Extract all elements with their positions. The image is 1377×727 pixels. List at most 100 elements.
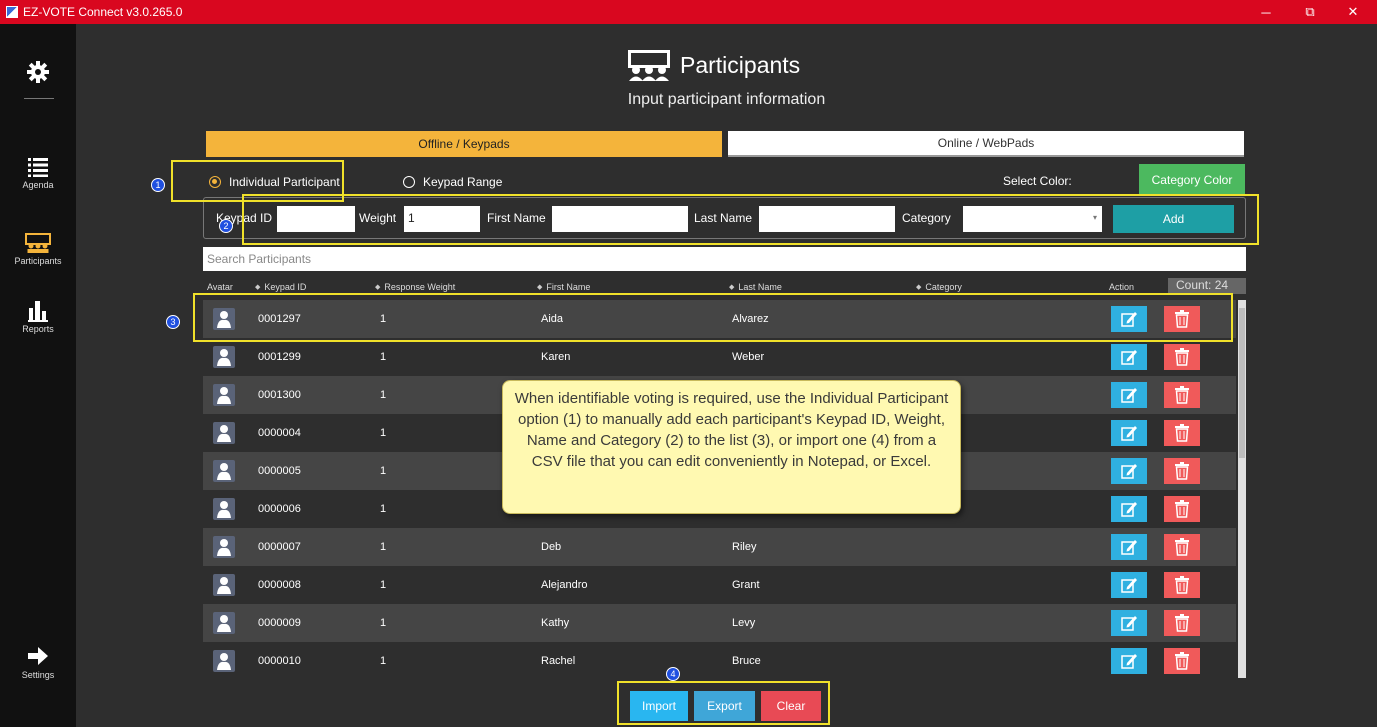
header-action: Action <box>1109 282 1135 292</box>
header-response-weight[interactable]: ◆ Response Weight <box>375 282 455 292</box>
header-avatar: Avatar <box>207 282 233 292</box>
person-icon <box>217 577 231 594</box>
header-last-name[interactable]: ◆ Last Name <box>729 282 782 292</box>
keypad-id-cell: 0001299 <box>258 351 301 363</box>
callout-number-3: 3 <box>166 315 180 329</box>
last-name-cell: Weber <box>732 351 765 363</box>
edit-icon <box>1121 464 1137 479</box>
minimize-button[interactable]: ─ <box>1249 0 1283 24</box>
trash-icon <box>1175 386 1189 404</box>
delete-button[interactable] <box>1164 648 1200 674</box>
avatar <box>213 536 235 558</box>
sidebar-item-participants[interactable]: Participants <box>0 232 76 266</box>
avatar <box>213 384 235 406</box>
gear-icon <box>27 61 49 83</box>
weight-cell: 1 <box>380 617 387 629</box>
delete-button[interactable] <box>1164 496 1200 522</box>
callout-number-1: 1 <box>151 178 165 192</box>
delete-button[interactable] <box>1164 534 1200 560</box>
keypad-id-cell: 0000009 <box>258 617 301 629</box>
person-icon <box>217 349 231 366</box>
keypad-id-cell: 0000004 <box>258 427 301 439</box>
delete-button[interactable] <box>1164 420 1200 446</box>
edit-icon <box>1121 654 1137 669</box>
keypad-id-cell: 0000010 <box>258 655 301 667</box>
header-first-name[interactable]: ◆ First Name <box>537 282 590 292</box>
avatar <box>213 498 235 520</box>
tab-offline-keypads[interactable]: Offline / Keypads <box>206 131 722 157</box>
audience-icon <box>25 233 51 253</box>
edit-icon <box>1121 426 1137 441</box>
sidebar-item-label: Settings <box>21 670 55 680</box>
person-icon <box>217 501 231 518</box>
main-content: Participants Input participant informati… <box>76 24 1377 727</box>
radio-unselected-icon <box>403 176 415 188</box>
sidebar-divider <box>24 98 54 99</box>
header-category[interactable]: ◆ Category <box>916 282 962 292</box>
close-button[interactable]: ✕ <box>1336 0 1370 24</box>
sidebar-item-agenda[interactable]: Agenda <box>0 156 76 190</box>
app-icon <box>6 6 18 18</box>
table-row[interactable]: 0000008 1 Alejandro Grant <box>203 566 1236 604</box>
page-title: Participants <box>626 48 800 82</box>
keypad-range-radio[interactable]: Keypad Range <box>403 175 502 189</box>
radio-label: Keypad Range <box>423 175 503 189</box>
trash-icon <box>1175 348 1189 366</box>
search-input[interactable]: Search Participants <box>203 247 1246 271</box>
trash-icon <box>1175 614 1189 632</box>
page-title-text: Participants <box>680 51 801 78</box>
avatar <box>213 422 235 444</box>
keypad-id-cell: 0001300 <box>258 389 301 401</box>
first-name-cell: Alejandro <box>541 579 588 591</box>
table-row[interactable]: 0000010 1 Rachel Bruce <box>203 642 1236 680</box>
sidebar-item-reports[interactable]: Reports <box>0 298 76 334</box>
header-keypad-id[interactable]: ◆ Keypad ID <box>255 282 306 292</box>
table-row[interactable]: 0001299 1 Karen Weber <box>203 338 1236 376</box>
sort-icon: ◆ <box>255 284 261 291</box>
edit-button[interactable] <box>1111 344 1147 370</box>
keypad-id-cell: 0000008 <box>258 579 301 591</box>
delete-button[interactable] <box>1164 458 1200 484</box>
sidebar-item-settings[interactable]: Settings <box>0 644 76 680</box>
edit-button[interactable] <box>1111 534 1147 560</box>
tab-online-webpads[interactable]: Online / WebPads <box>728 131 1244 157</box>
restore-button[interactable]: ⧉ <box>1293 0 1327 24</box>
category-color-button[interactable]: Category Color <box>1139 164 1245 196</box>
sort-icon: ◆ <box>916 284 922 291</box>
delete-button[interactable] <box>1164 344 1200 370</box>
table-row[interactable]: 0000009 1 Kathy Levy <box>203 604 1236 642</box>
list-icon <box>28 158 48 177</box>
settings-gear-button[interactable] <box>0 60 76 86</box>
page-subtitle: Input participant information <box>627 91 826 108</box>
edit-icon <box>1121 578 1137 593</box>
edit-button[interactable] <box>1111 420 1147 446</box>
edit-button[interactable] <box>1111 610 1147 636</box>
edit-button[interactable] <box>1111 496 1147 522</box>
person-icon <box>217 425 231 442</box>
callout-number-4: 4 <box>666 667 680 681</box>
person-icon <box>217 653 231 670</box>
avatar <box>213 650 235 672</box>
list-scrollbar[interactable] <box>1238 300 1246 678</box>
table-row[interactable]: 0000007 1 Deb Riley <box>203 528 1236 566</box>
edit-button[interactable] <box>1111 648 1147 674</box>
edit-button[interactable] <box>1111 572 1147 598</box>
select-color-label: Select Color: <box>1003 174 1072 188</box>
edit-icon <box>1121 502 1137 517</box>
delete-button[interactable] <box>1164 382 1200 408</box>
scrollbar-thumb[interactable] <box>1239 308 1245 458</box>
edit-icon <box>1121 388 1137 403</box>
first-name-cell: Kathy <box>541 617 570 629</box>
avatar <box>213 574 235 596</box>
window-title: EZ-VOTE Connect v3.0.265.0 <box>23 5 183 19</box>
edit-button[interactable] <box>1111 458 1147 484</box>
keypad-id-cell: 0000007 <box>258 541 301 553</box>
delete-button[interactable] <box>1164 572 1200 598</box>
delete-button[interactable] <box>1164 610 1200 636</box>
weight-cell: 1 <box>380 655 387 667</box>
sort-icon: ◆ <box>537 284 543 291</box>
edit-icon <box>1121 616 1137 631</box>
weight-cell: 1 <box>380 389 387 401</box>
avatar <box>213 460 235 482</box>
edit-button[interactable] <box>1111 382 1147 408</box>
